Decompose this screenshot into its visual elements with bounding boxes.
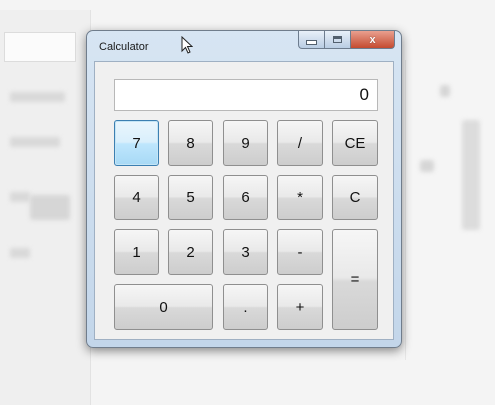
key-clear[interactable]: C	[332, 175, 378, 220]
key-add[interactable]: +	[277, 284, 323, 330]
background-blob	[420, 160, 434, 172]
window-title: Calculator	[99, 41, 149, 53]
key-4[interactable]: 4	[114, 175, 159, 220]
key-9[interactable]: 9	[223, 120, 268, 166]
key-divide[interactable]: /	[277, 120, 323, 166]
close-icon: x	[369, 33, 376, 46]
minimize-button[interactable]	[298, 31, 325, 49]
key-5[interactable]: 5	[168, 175, 213, 220]
key-1[interactable]: 1	[114, 229, 159, 275]
minimize-icon	[306, 39, 317, 45]
background-field	[4, 32, 76, 62]
key-6[interactable]: 6	[223, 175, 268, 220]
background-blob	[440, 85, 450, 97]
key-clear-entry[interactable]: CE	[332, 120, 378, 166]
background-blob	[30, 195, 70, 220]
result-display: 0	[114, 79, 378, 111]
key-multiply[interactable]: *	[277, 175, 323, 220]
caption-buttons: x	[298, 31, 395, 49]
maximize-button[interactable]	[325, 31, 351, 49]
title-bar[interactable]: Calculator x	[87, 31, 401, 61]
maximize-icon	[333, 36, 342, 43]
background-right-panel	[405, 60, 495, 360]
mouse-pointer-icon	[181, 36, 193, 54]
background-row	[10, 137, 60, 147]
key-subtract[interactable]: -	[277, 229, 323, 275]
key-equals[interactable]: =	[332, 229, 378, 330]
key-8[interactable]: 8	[168, 120, 213, 166]
close-button[interactable]: x	[351, 31, 395, 49]
calculator-window: Calculator x 0 7 8 9 / CE 4 5 6 * C 1 2 …	[86, 30, 402, 348]
key-0[interactable]: 0	[114, 284, 213, 330]
key-7[interactable]: 7	[114, 120, 159, 166]
key-3[interactable]: 3	[223, 229, 268, 275]
calculator-body: 0 7 8 9 / CE 4 5 6 * C 1 2 3 - = 0 . +	[94, 61, 394, 340]
key-2[interactable]: 2	[168, 229, 213, 275]
background-row	[10, 248, 30, 258]
key-decimal[interactable]: .	[223, 284, 268, 330]
background-blob	[462, 120, 480, 230]
background-row	[10, 192, 30, 202]
background-row	[10, 92, 65, 102]
